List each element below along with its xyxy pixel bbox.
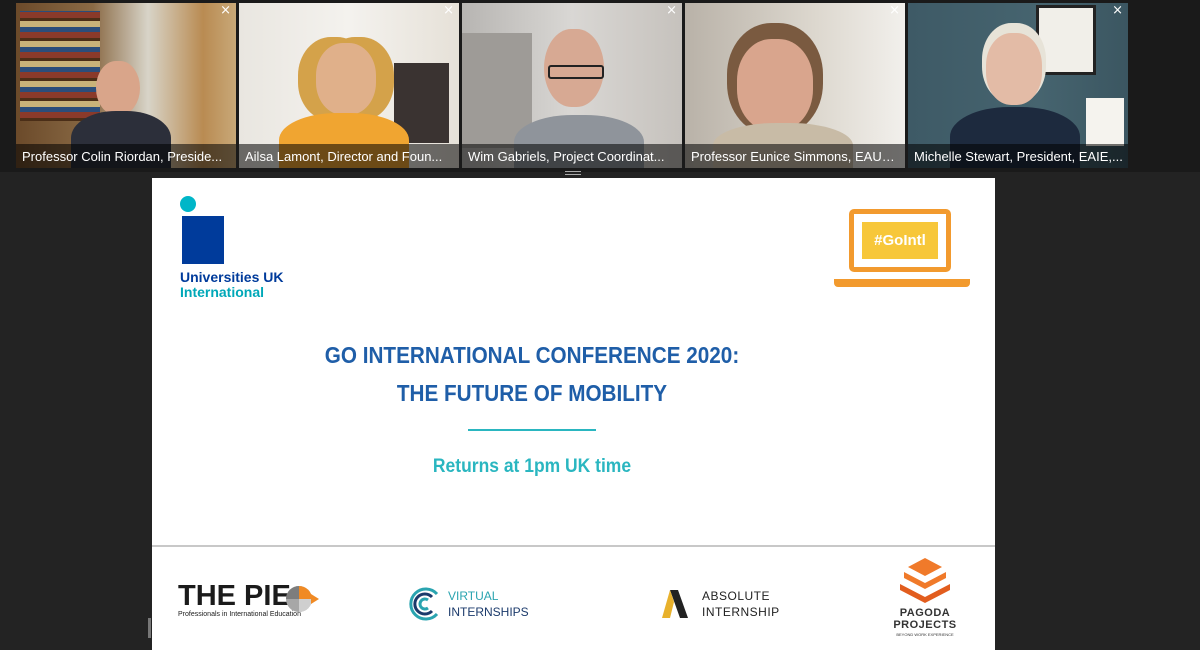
laptop-icon: #GoIntl bbox=[834, 209, 972, 294]
participant-name: Professor Eunice Simmons, EAUC... bbox=[691, 149, 901, 164]
footer-divider bbox=[152, 545, 995, 547]
pagoda-projects-logo: PAGODA PROJECTS BEYOND WORK EXPERIENCE bbox=[890, 556, 960, 642]
person-head bbox=[96, 61, 140, 115]
close-icon[interactable]: × bbox=[889, 4, 900, 18]
virtual-internships-logo: VIRTUAL INTERNSHIPS bbox=[407, 586, 547, 626]
participant-tile-1[interactable]: × Professor Colin Riordan, Preside... bbox=[16, 3, 236, 168]
pie-logo-icon bbox=[286, 586, 319, 612]
participant-name: Professor Colin Riordan, Preside... bbox=[22, 149, 223, 164]
pg-line1: PAGODA bbox=[899, 607, 951, 619]
close-icon[interactable]: × bbox=[443, 4, 454, 18]
participant-name: Ailsa Lamont, Director and Foun... bbox=[245, 149, 443, 164]
bookshelf bbox=[20, 11, 100, 121]
logo-dot bbox=[180, 196, 196, 212]
slide-title-line1: GO INTERNATIONAL CONFERENCE 2020: bbox=[324, 342, 740, 368]
scroll-indicator bbox=[148, 618, 151, 638]
logo-block bbox=[182, 216, 224, 264]
person-head bbox=[316, 43, 376, 115]
vi-line2: INTERNSHIPS bbox=[448, 605, 529, 619]
ai-line1: ABSOLUTE bbox=[702, 589, 771, 603]
universities-uk-logo: Universities UK International bbox=[180, 196, 300, 301]
pg-line2: PROJECTS bbox=[893, 619, 957, 631]
wall-picture bbox=[1036, 5, 1096, 75]
close-icon[interactable]: × bbox=[666, 4, 677, 18]
participant-name: Michelle Stewart, President, EAIE,... bbox=[914, 149, 1123, 164]
absolute-internship-logo-icon bbox=[662, 590, 688, 618]
laptop-base bbox=[834, 279, 970, 287]
pg-tagline: BEYOND WORK EXPERIENCE bbox=[896, 632, 954, 637]
pagoda-logo-icon bbox=[900, 558, 950, 603]
close-icon[interactable]: × bbox=[1112, 4, 1123, 18]
close-icon[interactable]: × bbox=[220, 4, 231, 18]
wall-sign bbox=[1086, 98, 1124, 146]
participant-tile-3[interactable]: × Wim Gabriels, Project Coordinat... bbox=[462, 3, 682, 168]
slide-title-line2: THE FUTURE OF MOBILITY bbox=[396, 380, 668, 406]
the-pie-logo: THE PIE Professionals in International E… bbox=[178, 580, 328, 630]
vi-line1: VIRTUAL bbox=[448, 589, 499, 603]
shared-screen-slide: Universities UK International #GoIntl GO… bbox=[152, 178, 995, 650]
participant-tile-2[interactable]: × Ailsa Lamont, Director and Foun... bbox=[239, 3, 459, 168]
participant-name: Wim Gabriels, Project Coordinat... bbox=[468, 149, 665, 164]
hashtag-label: #GoIntl bbox=[874, 232, 926, 249]
logo-line2: International bbox=[180, 284, 265, 300]
laptop-screen: #GoIntl bbox=[849, 209, 951, 272]
person-head bbox=[986, 33, 1042, 105]
participant-tile-4[interactable]: × Professor Eunice Simmons, EAUC... bbox=[685, 3, 905, 168]
virtual-internships-logo-icon bbox=[409, 587, 439, 621]
participant-strip: × Professor Colin Riordan, Preside... × … bbox=[0, 0, 1200, 172]
absolute-internship-logo: ABSOLUTE INTERNSHIP bbox=[660, 586, 790, 626]
logo-line1: Universities UK bbox=[180, 269, 284, 285]
resize-handle[interactable] bbox=[565, 171, 581, 177]
title-divider bbox=[468, 429, 596, 431]
glasses bbox=[548, 65, 604, 79]
laptop-screen-fill: #GoIntl bbox=[862, 222, 938, 259]
slide-subtitle: Returns at 1pm UK time bbox=[432, 456, 632, 477]
participant-tile-5[interactable]: × Michelle Stewart, President, EAIE,... bbox=[908, 3, 1128, 168]
person-head bbox=[737, 39, 813, 131]
ai-line2: INTERNSHIP bbox=[702, 605, 780, 619]
